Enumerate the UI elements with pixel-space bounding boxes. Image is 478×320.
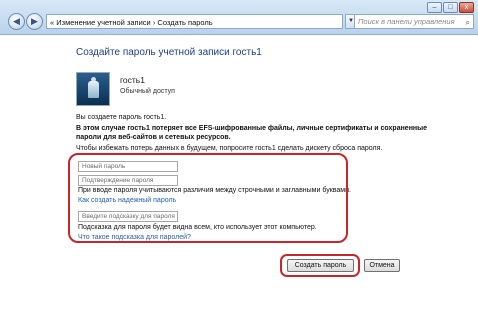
search-icon[interactable]: ⌕ — [466, 16, 470, 29]
breadcrumb-item-change-account[interactable]: Изменение учетной записи — [56, 18, 150, 27]
warning-line-1: В этом случае гость1 потеряет все EFS-ши… — [76, 125, 428, 132]
minimize-button[interactable]: – — [427, 2, 442, 13]
main-content: Создайте пароль учетной записи гость1 го… — [0, 35, 478, 320]
breadcrumb-separator: › — [152, 18, 156, 27]
create-password-button[interactable]: Создать пароль — [287, 259, 354, 272]
window-controls: – □ x — [427, 2, 474, 13]
user-name: гость1 — [120, 75, 145, 85]
user-picture-icon — [88, 81, 99, 98]
window-titlebar: – □ x ◀ ▶ « Изменение учетной записи › С… — [0, 0, 478, 35]
breadcrumb-item-create-password[interactable]: Создать пароль — [157, 18, 212, 27]
back-button[interactable]: ◀ — [8, 13, 25, 30]
user-type: Обычный доступ — [120, 88, 175, 95]
advice-line: Чтобы избежать потерь данных в будущем, … — [76, 145, 383, 152]
breadcrumb-prefix: « — [50, 18, 55, 27]
maximize-button[interactable]: □ — [443, 2, 458, 13]
info-line: Вы создаете пароль гость1. — [76, 114, 167, 121]
search-placeholder: Поиск в панели управления — [358, 17, 455, 26]
close-button[interactable]: x — [459, 2, 474, 13]
address-bar[interactable]: « Изменение учетной записи › Создать пар… — [46, 14, 343, 29]
fields-highlight-frame — [68, 153, 348, 243]
search-input[interactable]: Поиск в панели управления ⌕ — [354, 14, 474, 29]
forward-button[interactable]: ▶ — [26, 13, 43, 30]
page-title: Создайте пароль учетной записи гость1 — [76, 47, 262, 58]
warning-line-2: пароли для веб-сайтов и сетевых ресурсов… — [76, 134, 231, 141]
user-avatar — [76, 72, 110, 106]
cancel-button[interactable]: Отмена — [364, 259, 400, 272]
